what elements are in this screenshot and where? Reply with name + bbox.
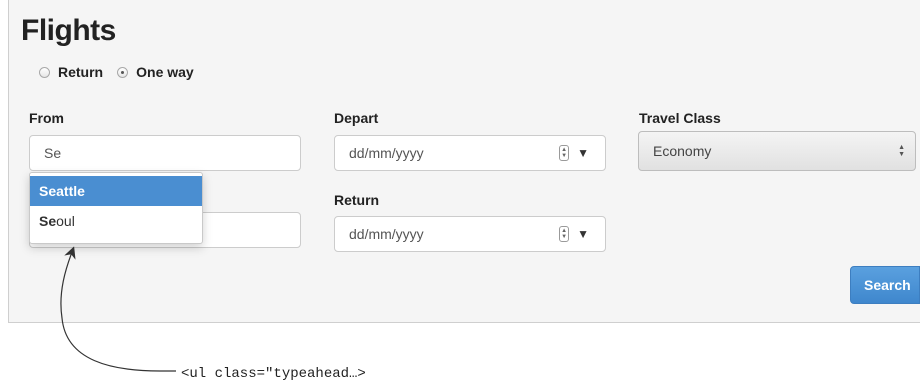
- typeahead-rest: oul: [56, 213, 75, 229]
- trip-type-group: Return One way: [39, 64, 208, 80]
- return-radio-label: Return: [58, 64, 104, 80]
- typeahead-dropdown: Se attle Se oul: [29, 172, 203, 244]
- depart-date-controls: ▲ ▼ ▼: [559, 145, 589, 161]
- return-radio-option[interactable]: Return: [39, 64, 103, 80]
- select-arrows-icon: ▲ ▼: [898, 144, 905, 158]
- depart-label: Depart: [334, 110, 379, 126]
- one-way-radio[interactable]: [117, 66, 129, 78]
- one-way-radio-option[interactable]: One way: [117, 64, 194, 80]
- stepper-icon[interactable]: ▲ ▼: [559, 226, 570, 242]
- page-title: Flights: [21, 14, 116, 47]
- from-input-value: Se: [44, 145, 62, 161]
- typeahead-item-seattle[interactable]: Se attle: [30, 176, 202, 206]
- travel-class-label: Travel Class: [639, 110, 721, 126]
- travel-class-value: Economy: [653, 143, 712, 159]
- travel-class-select[interactable]: Economy ▲ ▼: [638, 131, 916, 171]
- return-date-controls: ▲ ▼ ▼: [559, 226, 589, 242]
- depart-date-input[interactable]: dd/mm/yyyy ▲ ▼ ▼: [334, 135, 606, 171]
- typeahead-item-seoul[interactable]: Se oul: [30, 206, 202, 236]
- depart-date-placeholder: dd/mm/yyyy: [349, 145, 424, 161]
- search-button[interactable]: Search: [850, 266, 920, 304]
- typeahead-match: Se: [39, 183, 57, 199]
- return-date-input[interactable]: dd/mm/yyyy ▲ ▼ ▼: [334, 216, 606, 252]
- from-input[interactable]: Se: [29, 135, 301, 171]
- return-date-placeholder: dd/mm/yyyy: [349, 226, 424, 242]
- stepper-icon[interactable]: ▲ ▼: [559, 145, 570, 161]
- return-label: Return: [334, 192, 380, 208]
- caret-down-icon[interactable]: ▼: [577, 146, 589, 160]
- from-label: From: [29, 110, 64, 126]
- return-radio[interactable]: [39, 66, 50, 78]
- typeahead-match: Se: [39, 213, 57, 229]
- annotation-label: <ul class="typeahead…>: [181, 366, 366, 382]
- caret-down-icon[interactable]: ▼: [577, 227, 589, 241]
- one-way-radio-label: One way: [136, 64, 194, 80]
- typeahead-rest: attle: [56, 183, 85, 199]
